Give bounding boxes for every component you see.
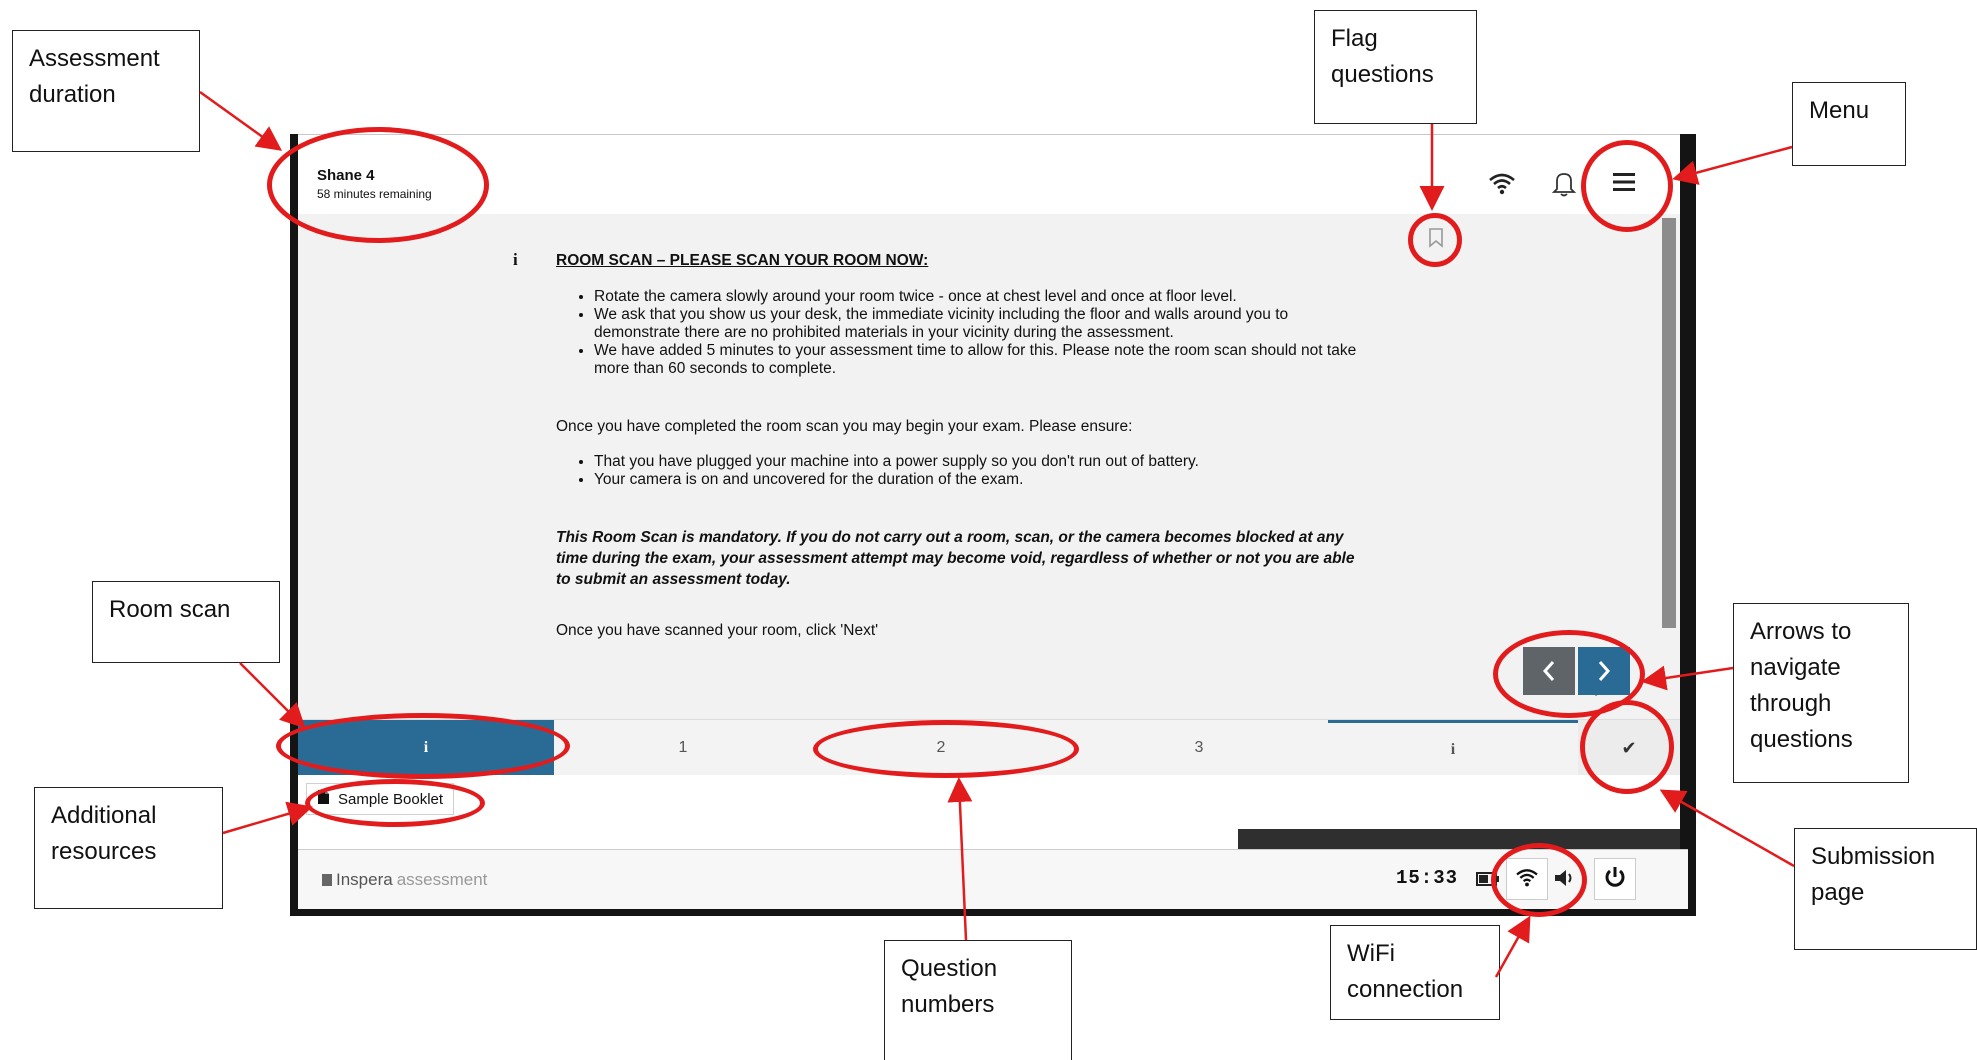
arrow-submission (1659, 789, 1795, 868)
arrow-menu (1672, 145, 1793, 185)
arrow-navigation (1641, 665, 1734, 691)
arrow-additional-resources (222, 801, 313, 835)
arrow-assessment-duration (199, 90, 283, 151)
arrow-room-scan (239, 662, 306, 729)
annotation-arrows (199, 90, 1795, 978)
arrow-question-numbers (947, 777, 973, 941)
arrow-wifi (1494, 915, 1531, 978)
